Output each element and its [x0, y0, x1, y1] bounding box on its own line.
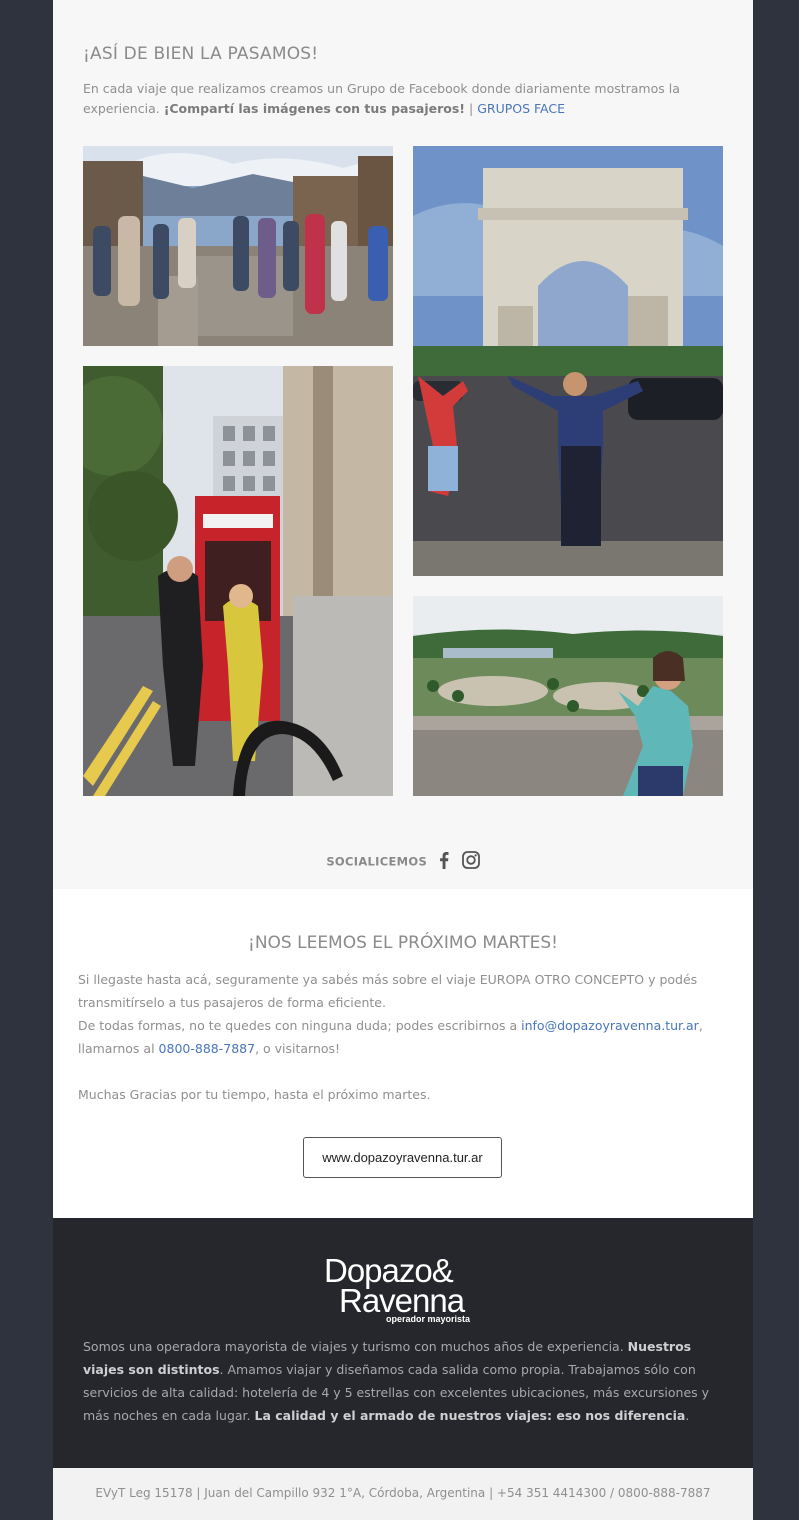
intro-bold: ¡Compartí las imágenes con tus pasajeros…: [163, 101, 466, 116]
group-ruins-photo: [83, 146, 393, 346]
versailles-gardens-photo: [413, 596, 723, 796]
logo-line-2: Ravenna: [339, 1282, 465, 1319]
address-section: EVyT Leg 15178 | Juan del Campillo 932 1…: [53, 1468, 753, 1520]
website-button[interactable]: www.dopazoyravenna.tur.ar: [303, 1137, 502, 1178]
about-part-1: Somos una operadora mayorista de viajes …: [83, 1339, 624, 1354]
london-phone-booth-photo: [83, 366, 393, 796]
farewell-thanks: Muchas Gracias por tu tiempo, hasta el p…: [78, 1087, 431, 1102]
farewell-p1: Si llegaste hasta acá, seguramente ya sa…: [78, 972, 698, 1010]
farewell-p2-text-c: , o visitarnos!: [255, 1041, 341, 1056]
intro-separator: |: [469, 101, 474, 116]
dopazo-ravenna-logo: Dopazo& Ravenna operador mayorista: [324, 1254, 484, 1324]
about-part-3: .: [685, 1408, 690, 1423]
social-label: SOCIALICEMOS: [326, 854, 428, 869]
brand-section: Dopazo& Ravenna operador mayorista Somos…: [53, 1218, 753, 1468]
arc-de-triomphe-photo: [413, 146, 723, 576]
gallery-title: ¡ASÍ DE BIEN LA PASAMOS!: [83, 44, 319, 64]
grupos-face-link[interactable]: GRUPOS FACE: [477, 101, 565, 116]
gallery-intro: En cada viaje que realizamos creamos un …: [83, 79, 703, 119]
instagram-icon[interactable]: [461, 851, 480, 872]
farewell-title: ¡NOS LEEMOS EL PRÓXIMO MARTES!: [248, 933, 558, 953]
email-link[interactable]: info@dopazoyravenna.tur.ar: [521, 1018, 699, 1033]
gallery-section: ¡ASÍ DE BIEN LA PASAMOS! En cada viaje q…: [53, 0, 753, 889]
address-text: EVyT Leg 15178 | Juan del Campillo 932 1…: [95, 1486, 711, 1500]
social-bar: SOCIALICEMOS: [53, 851, 753, 872]
phone-link[interactable]: 0800-888-7887: [159, 1041, 256, 1056]
about-text: Somos una operadora mayorista de viajes …: [83, 1335, 723, 1427]
about-bold-2: La calidad y el armado de nuestros viaje…: [254, 1408, 686, 1423]
farewell-section: ¡NOS LEEMOS EL PRÓXIMO MARTES! Si llegas…: [53, 889, 753, 1218]
facebook-icon[interactable]: [439, 851, 449, 872]
email-body: ¡ASÍ DE BIEN LA PASAMOS! En cada viaje q…: [53, 0, 753, 1520]
farewell-p2-text: De todas formas, no te quedes con ningun…: [78, 1018, 518, 1033]
farewell-p2: De todas formas, no te quedes con ningun…: [78, 1014, 718, 1060]
farewell-body: Si llegaste hasta acá, seguramente ya sa…: [78, 968, 718, 1106]
